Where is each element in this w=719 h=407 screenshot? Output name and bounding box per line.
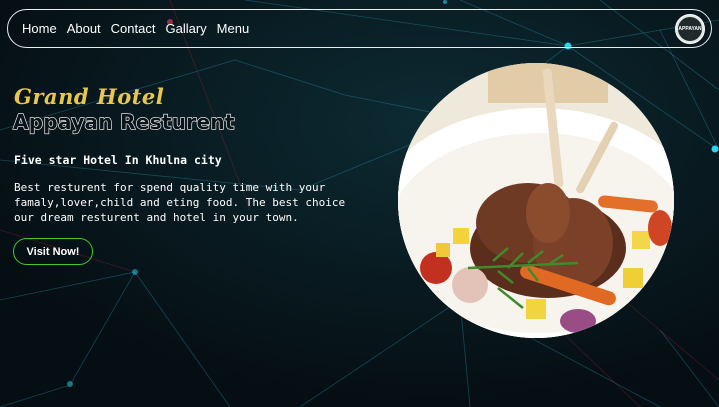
nav-link-gallary[interactable]: Gallary (165, 21, 206, 36)
brand-tagline: Grand Hotel (14, 84, 165, 109)
logo-text: APPAYAN (678, 17, 702, 41)
hero-description: Best resturent for spend quality time wi… (14, 181, 346, 224)
visit-now-button[interactable]: Visit Now! (13, 238, 93, 265)
nav-links: Home About Contact Gallary Menu (22, 21, 259, 36)
nav-link-contact[interactable]: Contact (111, 21, 156, 36)
nav-link-menu[interactable]: Menu (217, 21, 250, 36)
food-plate-image (398, 63, 674, 338)
brand-title: Appayan Resturent (12, 109, 235, 134)
nav-link-home[interactable]: Home (22, 21, 57, 36)
hero-subtitle: Five star Hotel In Khulna city (14, 153, 222, 167)
nav-link-about[interactable]: About (67, 21, 101, 36)
brand-logo[interactable]: APPAYAN (675, 14, 705, 44)
navbar: Home About Contact Gallary Menu APPAYAN (7, 9, 712, 48)
